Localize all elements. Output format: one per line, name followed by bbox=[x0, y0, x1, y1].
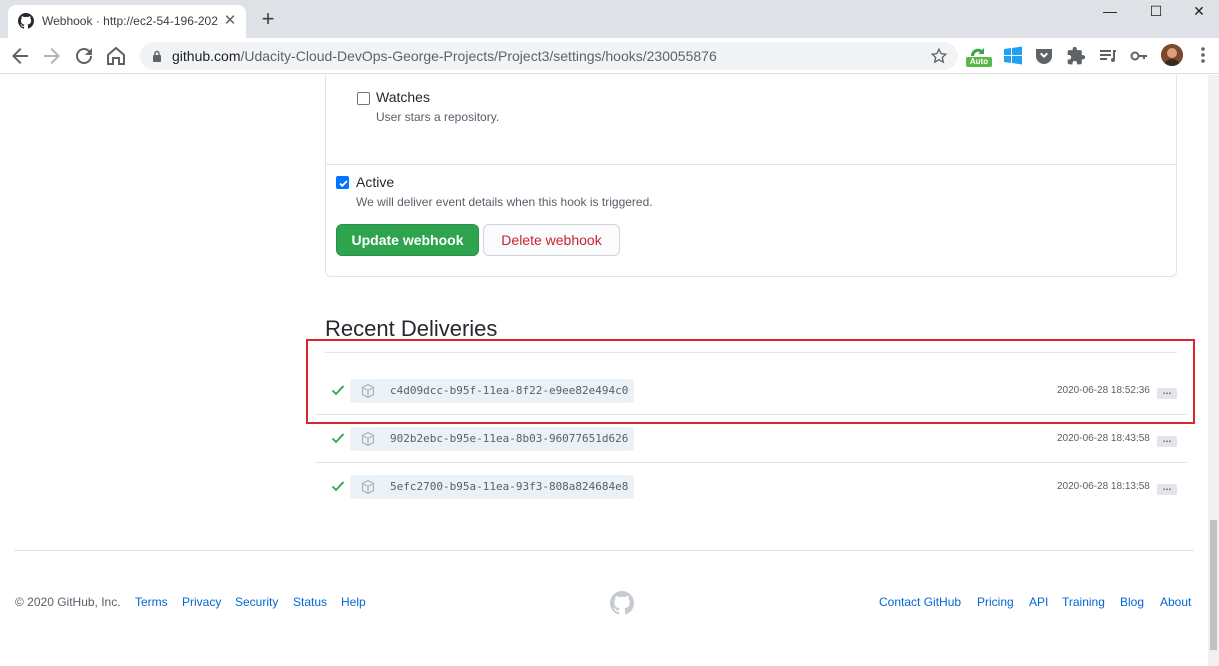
delivery-guid: 5efc2700-b95a-11ea-93f3-808a824684e8 bbox=[390, 480, 629, 493]
browser-tab-strip: Webhook · http://ec2-54-196-202- ✕ + — ☐… bbox=[0, 0, 1219, 38]
footer-link-security[interactable]: Security bbox=[235, 595, 278, 609]
delivery-guid-pill[interactable]: 902b2ebc-b95e-11ea-8b03-96077651d626 bbox=[350, 427, 634, 451]
footer-link-api[interactable]: API bbox=[1029, 595, 1048, 609]
delivery-timestamp: 2020-06-28 18:13:58 bbox=[1057, 481, 1150, 492]
package-icon bbox=[361, 431, 375, 447]
new-tab-icon[interactable]: + bbox=[258, 8, 278, 30]
footer-link-help[interactable]: Help bbox=[341, 595, 366, 609]
browser-toolbar: github.com/Udacity-Cloud-DevOps-George-P… bbox=[0, 38, 1219, 74]
delivery-row[interactable]: 5efc2700-b95a-11ea-93f3-808a824684e8 202… bbox=[315, 463, 1187, 511]
footer-link-training[interactable]: Training bbox=[1062, 595, 1105, 609]
footer-link-blog[interactable]: Blog bbox=[1120, 595, 1144, 609]
delete-webhook-button[interactable]: Delete webhook bbox=[483, 224, 620, 256]
active-label: Active bbox=[356, 174, 395, 190]
tab-title: Webhook · http://ec2-54-196-202- bbox=[42, 14, 218, 28]
active-note: We will deliver event details when this … bbox=[356, 195, 653, 209]
page-scrollbar[interactable] bbox=[1208, 75, 1219, 666]
annotation-highlight-box bbox=[306, 339, 1195, 424]
footer-link-contact[interactable]: Contact GitHub bbox=[879, 595, 961, 609]
minimize-icon[interactable]: — bbox=[1087, 0, 1133, 32]
footer-link-status[interactable]: Status bbox=[293, 595, 327, 609]
footer-copyright: © 2020 GitHub, Inc. bbox=[15, 595, 121, 609]
active-checkbox[interactable] bbox=[336, 176, 349, 189]
tab-close-icon[interactable]: ✕ bbox=[222, 13, 238, 29]
user-photo-icon bbox=[1161, 44, 1183, 66]
checkmark-icon bbox=[339, 180, 348, 188]
auto-extension-icon[interactable]: Auto bbox=[966, 44, 992, 68]
footer-link-pricing[interactable]: Pricing bbox=[977, 595, 1014, 609]
reload-icon[interactable] bbox=[72, 44, 96, 68]
auto-refresh-icon bbox=[970, 48, 984, 56]
back-icon[interactable] bbox=[8, 44, 32, 68]
footer-link-about[interactable]: About bbox=[1160, 595, 1191, 609]
url-host: github.com bbox=[172, 48, 241, 64]
pocket-icon[interactable] bbox=[1034, 46, 1054, 66]
footer-divider bbox=[14, 550, 1194, 551]
url-path: /Udacity-Cloud-DevOps-George-Projects/Pr… bbox=[240, 48, 717, 64]
webhook-settings-box: Watches User stars a repository. Active … bbox=[325, 75, 1177, 277]
footer-link-terms[interactable]: Terms bbox=[135, 595, 168, 609]
windows-icon[interactable] bbox=[1003, 46, 1023, 66]
expand-details-button[interactable]: … bbox=[1157, 483, 1177, 495]
browser-tab[interactable]: Webhook · http://ec2-54-196-202- ✕ bbox=[8, 5, 246, 38]
delivery-timestamp: 2020-06-28 18:43:58 bbox=[1057, 433, 1150, 444]
address-bar[interactable]: github.com/Udacity-Cloud-DevOps-George-P… bbox=[140, 42, 958, 70]
success-check-icon bbox=[331, 433, 345, 444]
watches-label: Watches bbox=[376, 89, 430, 105]
delivery-guid: 902b2ebc-b95e-11ea-8b03-96077651d626 bbox=[390, 432, 629, 445]
watches-note: User stars a repository. bbox=[376, 110, 500, 124]
update-webhook-button[interactable]: Update webhook bbox=[336, 224, 479, 256]
divider bbox=[326, 164, 1176, 165]
forward-icon[interactable] bbox=[40, 44, 64, 68]
profile-avatar[interactable] bbox=[1161, 44, 1183, 66]
watches-checkbox[interactable] bbox=[357, 92, 370, 105]
browser-menu-icon[interactable] bbox=[1200, 46, 1206, 64]
bookmark-star-icon[interactable] bbox=[930, 47, 948, 65]
window-close-icon[interactable]: ✕ bbox=[1176, 0, 1219, 32]
maximize-icon[interactable]: ☐ bbox=[1133, 0, 1179, 32]
github-logo-icon[interactable] bbox=[610, 591, 634, 615]
home-icon[interactable] bbox=[104, 44, 128, 68]
lock-icon bbox=[153, 50, 161, 62]
url-text: github.com/Udacity-Cloud-DevOps-George-P… bbox=[172, 48, 717, 64]
scrollbar-thumb[interactable] bbox=[1210, 520, 1217, 650]
page-content: Watches User stars a repository. Active … bbox=[0, 75, 1208, 666]
github-icon bbox=[18, 13, 34, 29]
auto-badge: Auto bbox=[966, 57, 992, 67]
delivery-guid-pill[interactable]: 5efc2700-b95a-11ea-93f3-808a824684e8 bbox=[350, 475, 634, 499]
success-check-icon bbox=[331, 481, 345, 492]
key-icon[interactable] bbox=[1129, 46, 1149, 66]
expand-details-button[interactable]: … bbox=[1157, 435, 1177, 447]
footer-link-privacy[interactable]: Privacy bbox=[182, 595, 221, 609]
media-queue-icon[interactable] bbox=[1098, 46, 1118, 66]
extensions-puzzle-icon[interactable] bbox=[1066, 46, 1086, 66]
package-icon bbox=[361, 479, 375, 495]
